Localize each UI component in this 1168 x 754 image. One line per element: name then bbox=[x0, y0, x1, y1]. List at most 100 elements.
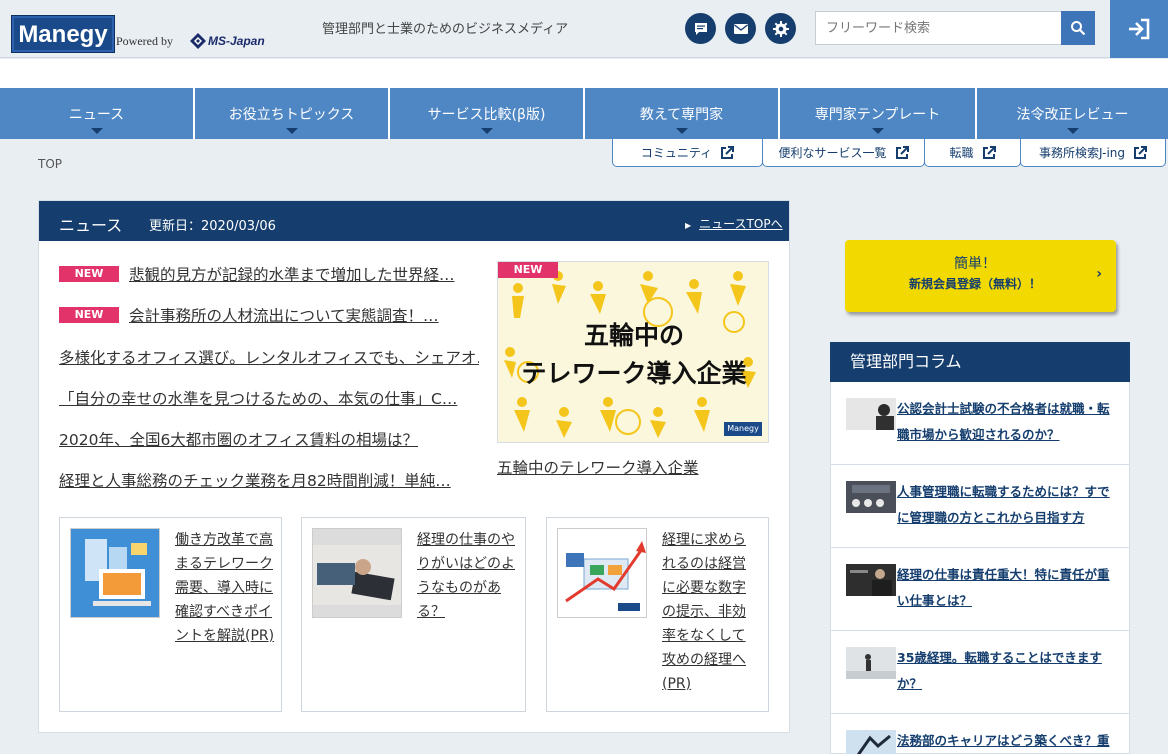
subtab-community[interactable]: コミュニティ bbox=[612, 139, 763, 167]
column-item[interactable]: 35歳経理。転職することはできますか？ bbox=[830, 631, 1130, 714]
nav-label: サービス比較(β版) bbox=[427, 106, 546, 123]
column-thumbnail bbox=[846, 647, 896, 679]
card-thumbnail bbox=[312, 528, 402, 618]
new-badge: NEW bbox=[59, 266, 119, 282]
feature-image-badge: Manegy bbox=[724, 422, 762, 436]
mail-button[interactable] bbox=[725, 13, 756, 44]
nav-item-templates[interactable]: 専門家テンプレート bbox=[780, 88, 977, 139]
column-item[interactable]: 経理の仕事は責任重大！特に責任が重い仕事とは？ bbox=[830, 548, 1130, 631]
accounting-photo bbox=[313, 545, 401, 605]
external-link-icon bbox=[982, 145, 996, 159]
signup-line2: 新規会員登録（無料）！ bbox=[908, 277, 1041, 291]
column-thumbnail bbox=[846, 481, 896, 513]
column-photo bbox=[846, 647, 896, 679]
mail-icon bbox=[733, 23, 748, 34]
subtab-label: 転職 bbox=[949, 146, 974, 160]
finance-illustration bbox=[565, 541, 646, 611]
external-link-icon bbox=[1134, 145, 1147, 159]
column-title: 経理の仕事は責任重大！特に責任が重い仕事とは？ bbox=[897, 567, 1110, 608]
column-thumbnail bbox=[846, 730, 896, 754]
news-list-item[interactable]: 多様化するオフィス選び。レンタルオフィスでも、シェアオ… bbox=[59, 346, 479, 370]
settings-button[interactable] bbox=[765, 13, 796, 44]
subtab-services[interactable]: 便利なサービス一覧 bbox=[762, 139, 925, 167]
nav-item-ask-expert[interactable]: 教えて専門家 bbox=[585, 88, 780, 139]
ms-japan-logo-icon bbox=[190, 33, 206, 49]
feature-caption[interactable]: 五輪中のテレワーク導入企業 bbox=[497, 456, 699, 478]
column-photo bbox=[846, 481, 896, 513]
card-thumbnail bbox=[557, 528, 647, 618]
card-thumbnail bbox=[70, 528, 160, 618]
subtab-career[interactable]: 転職 bbox=[924, 139, 1021, 167]
news-list-item[interactable]: NEW 会計事務所の人材流出について実態調査！… bbox=[59, 304, 479, 328]
news-list-item[interactable]: 2020年、全国6大都市圏のオフィス賃料の相場は？ bbox=[59, 428, 479, 452]
news-list-item[interactable]: 「自分の幸せの水準を見つけるための、本気の仕事」C… bbox=[59, 387, 479, 411]
chevron-right-icon: › bbox=[1096, 266, 1102, 282]
site-tagline: 管理部門と士業のためのビジネスメディア bbox=[322, 22, 569, 37]
card-title: 働き方改革で高まるテレワーク需要、導入時に確認すべきポイントを解説(PR) bbox=[175, 532, 275, 644]
sports-pictogram-pattern bbox=[504, 271, 756, 438]
nav-item-news[interactable]: ニュース bbox=[0, 88, 195, 139]
search-button[interactable] bbox=[1061, 11, 1095, 45]
site-logo[interactable]: Manegy bbox=[12, 16, 114, 52]
new-badge: NEW bbox=[498, 262, 558, 278]
signup-line1: 簡単！ bbox=[954, 256, 996, 272]
news-header: ニュース 更新日：2020/03/06 ニュースTOPへ bbox=[39, 201, 789, 241]
office-illustration bbox=[85, 539, 151, 606]
chat-button[interactable] bbox=[685, 13, 716, 44]
news-item-text: 多様化するオフィス選び。レンタルオフィスでも、シェアオ… bbox=[59, 349, 479, 367]
external-link-icon bbox=[895, 145, 909, 159]
card-title: 経理に求められるのは経営に必要な数字の提示、非効率をなくして攻めの経理へ(PR) bbox=[662, 532, 746, 692]
breadcrumb[interactable]: TOP bbox=[38, 157, 62, 171]
caret-down-icon bbox=[90, 128, 103, 134]
news-updated-date: 更新日：2020/03/06 bbox=[149, 219, 276, 234]
nav-item-service-compare[interactable]: サービス比較(β版) bbox=[390, 88, 585, 139]
caret-down-icon bbox=[871, 128, 884, 134]
news-item-text: 経理と人事総務のチェック業務を月82時間削減！単純… bbox=[59, 472, 451, 490]
news-item-text: 2020年、全国6大都市圏のオフィス賃料の相場は？ bbox=[59, 431, 418, 449]
nav-item-law-review[interactable]: 法令改正レビュー bbox=[977, 88, 1168, 139]
column-thumbnail bbox=[846, 398, 896, 430]
news-panel: ニュース 更新日：2020/03/06 ニュースTOPへ NEW 悲観的見方が記録… bbox=[38, 200, 790, 733]
news-item-text: 悲観的見方が記録的水準まで増加した世界経… bbox=[129, 266, 455, 284]
main-nav: ニュース お役立ちトピックス サービス比較(β版) 教えて専門家 専門家テンプレ… bbox=[0, 88, 1168, 139]
column-photo bbox=[846, 398, 896, 430]
column-title: 人事管理職に転職するためには？すでに管理職の方とこれから目指す方 bbox=[897, 484, 1110, 525]
news-list-item[interactable]: NEW 悲観的見方が記録的水準まで増加した世界経… bbox=[59, 263, 479, 287]
news-top-link[interactable]: ニュースTOPへ bbox=[685, 215, 782, 232]
nav-item-topics[interactable]: お役立ちトピックス bbox=[195, 88, 390, 139]
caret-down-icon bbox=[480, 128, 493, 134]
search-input[interactable] bbox=[815, 11, 1061, 45]
nav-label: お役立ちトピックス bbox=[228, 106, 355, 123]
nav-label: 法令改正レビュー bbox=[1016, 106, 1129, 123]
nav-label: 専門家テンプレート bbox=[814, 106, 941, 123]
feature-image[interactable]: NEW 五輪中の テレワーク導入企業 Manegy bbox=[497, 261, 769, 443]
new-badge: NEW bbox=[59, 307, 119, 323]
external-link-icon bbox=[721, 145, 735, 159]
column-item[interactable]: 法務部のキャリアはどう築くべき？重要 bbox=[830, 714, 1130, 754]
login-icon bbox=[1129, 18, 1150, 40]
card-title: 経理の仕事のやりがいはどのようなものがある？ bbox=[417, 532, 515, 620]
column-section-title: 管理部門コラム bbox=[830, 342, 1130, 382]
caret-down-icon bbox=[675, 128, 688, 134]
caret-down-icon bbox=[1066, 128, 1079, 134]
feature-image-line2: テレワーク導入企業 bbox=[521, 359, 747, 388]
column-item[interactable]: 人事管理職に転職するためには？すでに管理職の方とこれから目指す方 bbox=[830, 465, 1130, 548]
subtab-office-search[interactable]: 事務所検索J-ing bbox=[1020, 139, 1166, 167]
news-card[interactable]: 働き方改革で高まるテレワーク需要、導入時に確認すべきポイントを解説(PR) bbox=[59, 517, 282, 712]
subtab-label: コミュニティ bbox=[640, 146, 713, 160]
column-photo bbox=[846, 564, 896, 596]
column-title: 35歳経理。転職することはできますか？ bbox=[897, 650, 1102, 691]
column-item[interactable]: 公認会計士試験の不合格者は就職・転職市場から歓迎されるのか？ bbox=[830, 382, 1130, 465]
news-card[interactable]: 経理に求められるのは経営に必要な数字の提示、非効率をなくして攻めの経理へ(PR) bbox=[546, 517, 769, 712]
news-list-item[interactable]: 経理と人事総務のチェック業務を月82時間削減！単純… bbox=[59, 469, 479, 493]
search-icon bbox=[1071, 21, 1086, 36]
subtab-label: 便利なサービス一覧 bbox=[778, 146, 887, 160]
gear-icon bbox=[772, 20, 789, 37]
column-title: 法務部のキャリアはどう築くべき？重要 bbox=[897, 733, 1110, 748]
news-item-text: 「自分の幸せの水準を見つけるための、本気の仕事」C… bbox=[59, 390, 458, 408]
login-button[interactable] bbox=[1110, 0, 1168, 58]
news-card[interactable]: 経理の仕事のやりがいはどのようなものがある？ bbox=[301, 517, 526, 712]
powered-by-label: Powered by bbox=[116, 34, 173, 48]
signup-banner[interactable]: 簡単！ 新規会員登録（無料）！ › bbox=[845, 240, 1116, 312]
subtab-label: 事務所検索J-ing bbox=[1039, 146, 1125, 160]
